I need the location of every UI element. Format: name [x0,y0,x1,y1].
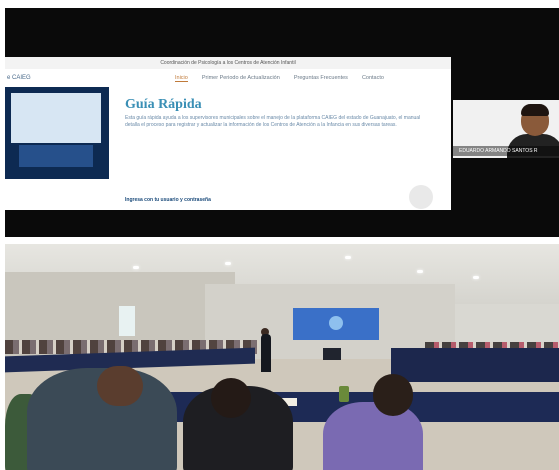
ceiling-light [417,270,423,273]
projector-logo [329,316,343,330]
attendee-head [211,378,251,418]
cup [339,386,349,402]
slide-brand: e CAIEG [7,75,31,81]
ceiling-light [345,256,351,259]
thumbnail-screen [11,93,101,143]
table-right [391,348,559,382]
slide-nav-item: Preguntas Frecuentes [293,75,348,81]
conference-room-photo [5,244,559,470]
participant-hair [521,104,549,116]
slide-nav: Inicio Primer Periodo de Actualización P… [175,75,384,82]
video-call-screenshot: Coordinación de Psicología a los Centros… [5,8,559,237]
attendee-head [97,366,143,406]
participant-video: EDUARDO ARMANDO SANTOS R [453,100,559,158]
shared-slide: Coordinación de Psicología a los Centros… [5,57,451,210]
podium [323,348,341,360]
slide-nav-item: Primer Periodo de Actualización [201,75,280,81]
slide-nav-item: Inicio [175,75,188,82]
slide-corner-icon [409,185,433,209]
slide-paragraph: Esta guía rápida ayuda a los supervisore… [125,115,421,128]
slide-banner: Coordinación de Psicología a los Centros… [5,57,451,69]
window [119,306,135,336]
presenter [261,334,271,372]
participant-name: EDUARDO ARMANDO SANTOS R [453,146,559,156]
slide-nav-item: Contacto [361,75,384,81]
slide-title: Guía Rápida [125,97,202,112]
ceiling-light [133,266,139,269]
slide-thumbnail-image [5,87,109,179]
attendee-front [323,402,423,470]
slide-footer: Ingresa con tu usuario y contraseña [125,197,211,203]
attendee-head [373,374,413,416]
ceiling-light [473,276,479,279]
projector-screen [293,308,379,340]
ceiling-light [225,262,231,265]
thumbnail-logo [19,145,93,167]
